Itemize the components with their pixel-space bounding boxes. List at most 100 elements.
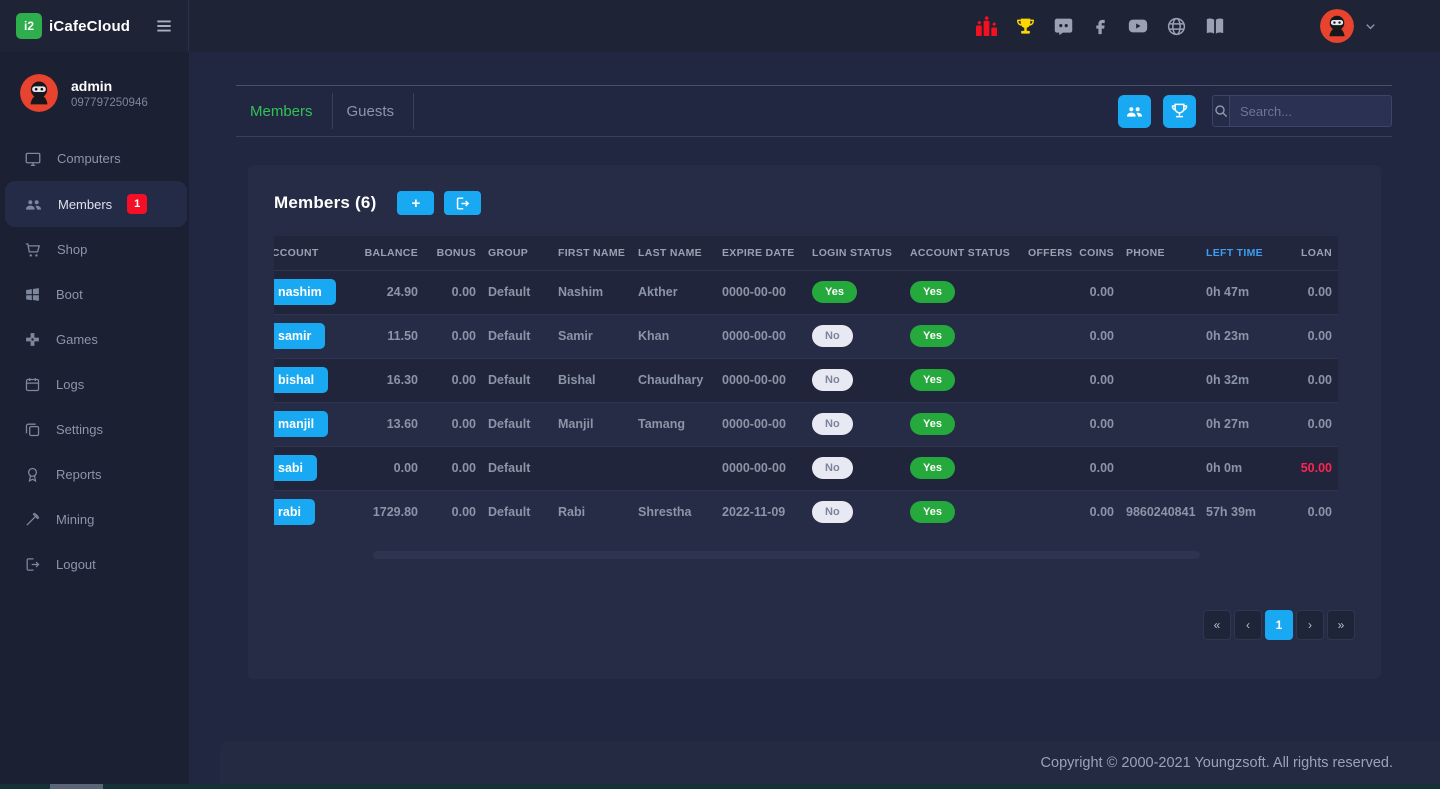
sidebar-item-boot[interactable]: Boot [0, 272, 189, 317]
tournament-button[interactable] [1163, 95, 1196, 128]
account-button[interactable]: manjil [274, 411, 328, 437]
column-header-expire-date[interactable]: EXPIRE DATE [716, 236, 806, 270]
cell-loan: 0.00 [1284, 314, 1338, 358]
account-status-badge[interactable]: Yes [910, 369, 955, 391]
page-horizontal-scrollbar [0, 784, 1440, 789]
column-header-account-status[interactable]: ACCOUNT STATUS [904, 236, 1022, 270]
export-button[interactable] [444, 191, 481, 215]
column-header-bonus[interactable]: BONUS [424, 236, 482, 270]
cell-account_status: Yes [904, 402, 1022, 446]
sidebar-item-games[interactable]: Games [0, 317, 189, 362]
pagination-prev[interactable]: ‹ [1234, 610, 1262, 640]
cell-last_name: Akther [632, 270, 716, 314]
page-scrollbar-thumb[interactable] [50, 784, 103, 789]
cell-account: samir [274, 314, 354, 358]
cart-icon [24, 241, 42, 259]
sidebar-item-label: Boot [56, 287, 83, 302]
login-status-badge[interactable]: No [812, 369, 853, 391]
cell-account: sabi [274, 446, 354, 490]
sidebar-item-label: Computers [57, 151, 121, 166]
navbar-icon-links [975, 15, 1226, 37]
sidebar-item-label: Settings [56, 422, 103, 437]
column-header-phone[interactable]: PHONE [1120, 236, 1200, 270]
pagination-page-1[interactable]: 1 [1265, 610, 1293, 640]
sidebar-item-logout[interactable]: Logout [0, 542, 189, 587]
user-avatar[interactable] [1320, 9, 1354, 43]
column-header-coins[interactable]: COINS [1072, 236, 1120, 270]
sidebar-item-reports[interactable]: Reports [0, 452, 189, 497]
cell-left_time: 0h 0m [1200, 446, 1284, 490]
cell-coins: 0.00 [1072, 270, 1120, 314]
tab-members[interactable]: Members [236, 103, 332, 120]
sidebar-item-mining[interactable]: Mining [0, 497, 189, 542]
sidebar-item-computers[interactable]: Computers [0, 136, 189, 181]
discord-icon[interactable] [1053, 16, 1074, 37]
leaderboard-icon[interactable] [975, 16, 998, 37]
account-button[interactable]: nashim [274, 279, 336, 305]
youtube-icon[interactable] [1127, 15, 1149, 37]
account-button[interactable]: rabi [274, 499, 315, 525]
sidebar-item-members[interactable]: Members1 [5, 181, 187, 227]
pagination-last[interactable]: » [1327, 610, 1355, 640]
column-header-account[interactable]: ACCOUNT [274, 236, 354, 270]
cell-left_time: 0h 47m [1200, 270, 1284, 314]
cell-balance: 13.60 [354, 402, 424, 446]
pagination-first[interactable]: « [1203, 610, 1231, 640]
cell-last_name: Chaudhary [632, 358, 716, 402]
tab-guests[interactable]: Guests [333, 103, 414, 120]
cell-last_name: Khan [632, 314, 716, 358]
cell-bonus: 0.00 [424, 402, 482, 446]
add-member-button[interactable]: + [397, 191, 434, 215]
horizontal-scrollbar-thumb[interactable] [373, 551, 1200, 559]
login-status-badge[interactable]: No [812, 325, 853, 347]
search-input[interactable] [1230, 104, 1392, 119]
account-status-badge[interactable]: Yes [910, 281, 955, 303]
account-button[interactable]: samir [274, 323, 325, 349]
login-status-badge[interactable]: Yes [812, 281, 857, 303]
sidebar-item-logs[interactable]: Logs [0, 362, 189, 407]
sidebar-item-label: Logs [56, 377, 84, 392]
cell-bonus: 0.00 [424, 314, 482, 358]
cell-bonus: 0.00 [424, 270, 482, 314]
facebook-icon[interactable] [1091, 17, 1110, 36]
column-header-login-status[interactable]: LOGIN STATUS [806, 236, 904, 270]
column-header-left-time[interactable]: LEFT TIME [1200, 236, 1284, 270]
account-status-badge[interactable]: Yes [910, 457, 955, 479]
members-table: ACCOUNTBALANCEBONUSGROUPFIRST NAMELAST N… [274, 236, 1338, 534]
cell-expire_date: 0000-00-00 [716, 446, 806, 490]
login-status-badge[interactable]: No [812, 501, 853, 523]
login-status-badge[interactable]: No [812, 413, 853, 435]
account-status-badge[interactable]: Yes [910, 501, 955, 523]
cell-group: Default [482, 314, 552, 358]
chevron-down-icon[interactable] [1363, 19, 1378, 34]
login-status-badge[interactable]: No [812, 457, 853, 479]
cell-login_status: No [806, 446, 904, 490]
account-button[interactable]: sabi [274, 455, 317, 481]
sidebar-item-settings[interactable]: Settings [0, 407, 189, 452]
hamburger-menu-icon[interactable] [154, 16, 174, 36]
column-header-loan[interactable]: LOAN [1284, 236, 1338, 270]
globe-icon[interactable] [1166, 16, 1187, 37]
cell-account_status: Yes [904, 358, 1022, 402]
users-icon [24, 195, 43, 214]
cell-coins: 0.00 [1072, 358, 1120, 402]
account-status-badge[interactable]: Yes [910, 413, 955, 435]
column-header-offers[interactable]: OFFERS [1022, 236, 1072, 270]
trophy-icon[interactable] [1015, 16, 1036, 37]
column-header-first-name[interactable]: FIRST NAME [552, 236, 632, 270]
column-header-last-name[interactable]: LAST NAME [632, 236, 716, 270]
members-group-button[interactable] [1118, 95, 1151, 128]
cell-bonus: 0.00 [424, 446, 482, 490]
account-status-badge[interactable]: Yes [910, 325, 955, 347]
account-button[interactable]: bishal [274, 367, 328, 393]
flagged-value: 0.00 [394, 461, 418, 475]
copyright-text: Copyright © 2000-2021 Youngzsoft. All ri… [1041, 755, 1393, 771]
column-header-balance[interactable]: BALANCE [354, 236, 424, 270]
cell-group: Default [482, 446, 552, 490]
avatar [20, 74, 58, 112]
sidebar-item-shop[interactable]: Shop [0, 227, 189, 272]
docs-icon[interactable] [1204, 16, 1226, 36]
pagination-next[interactable]: › [1296, 610, 1324, 640]
copy-icon [24, 421, 41, 438]
column-header-group[interactable]: GROUP [482, 236, 552, 270]
